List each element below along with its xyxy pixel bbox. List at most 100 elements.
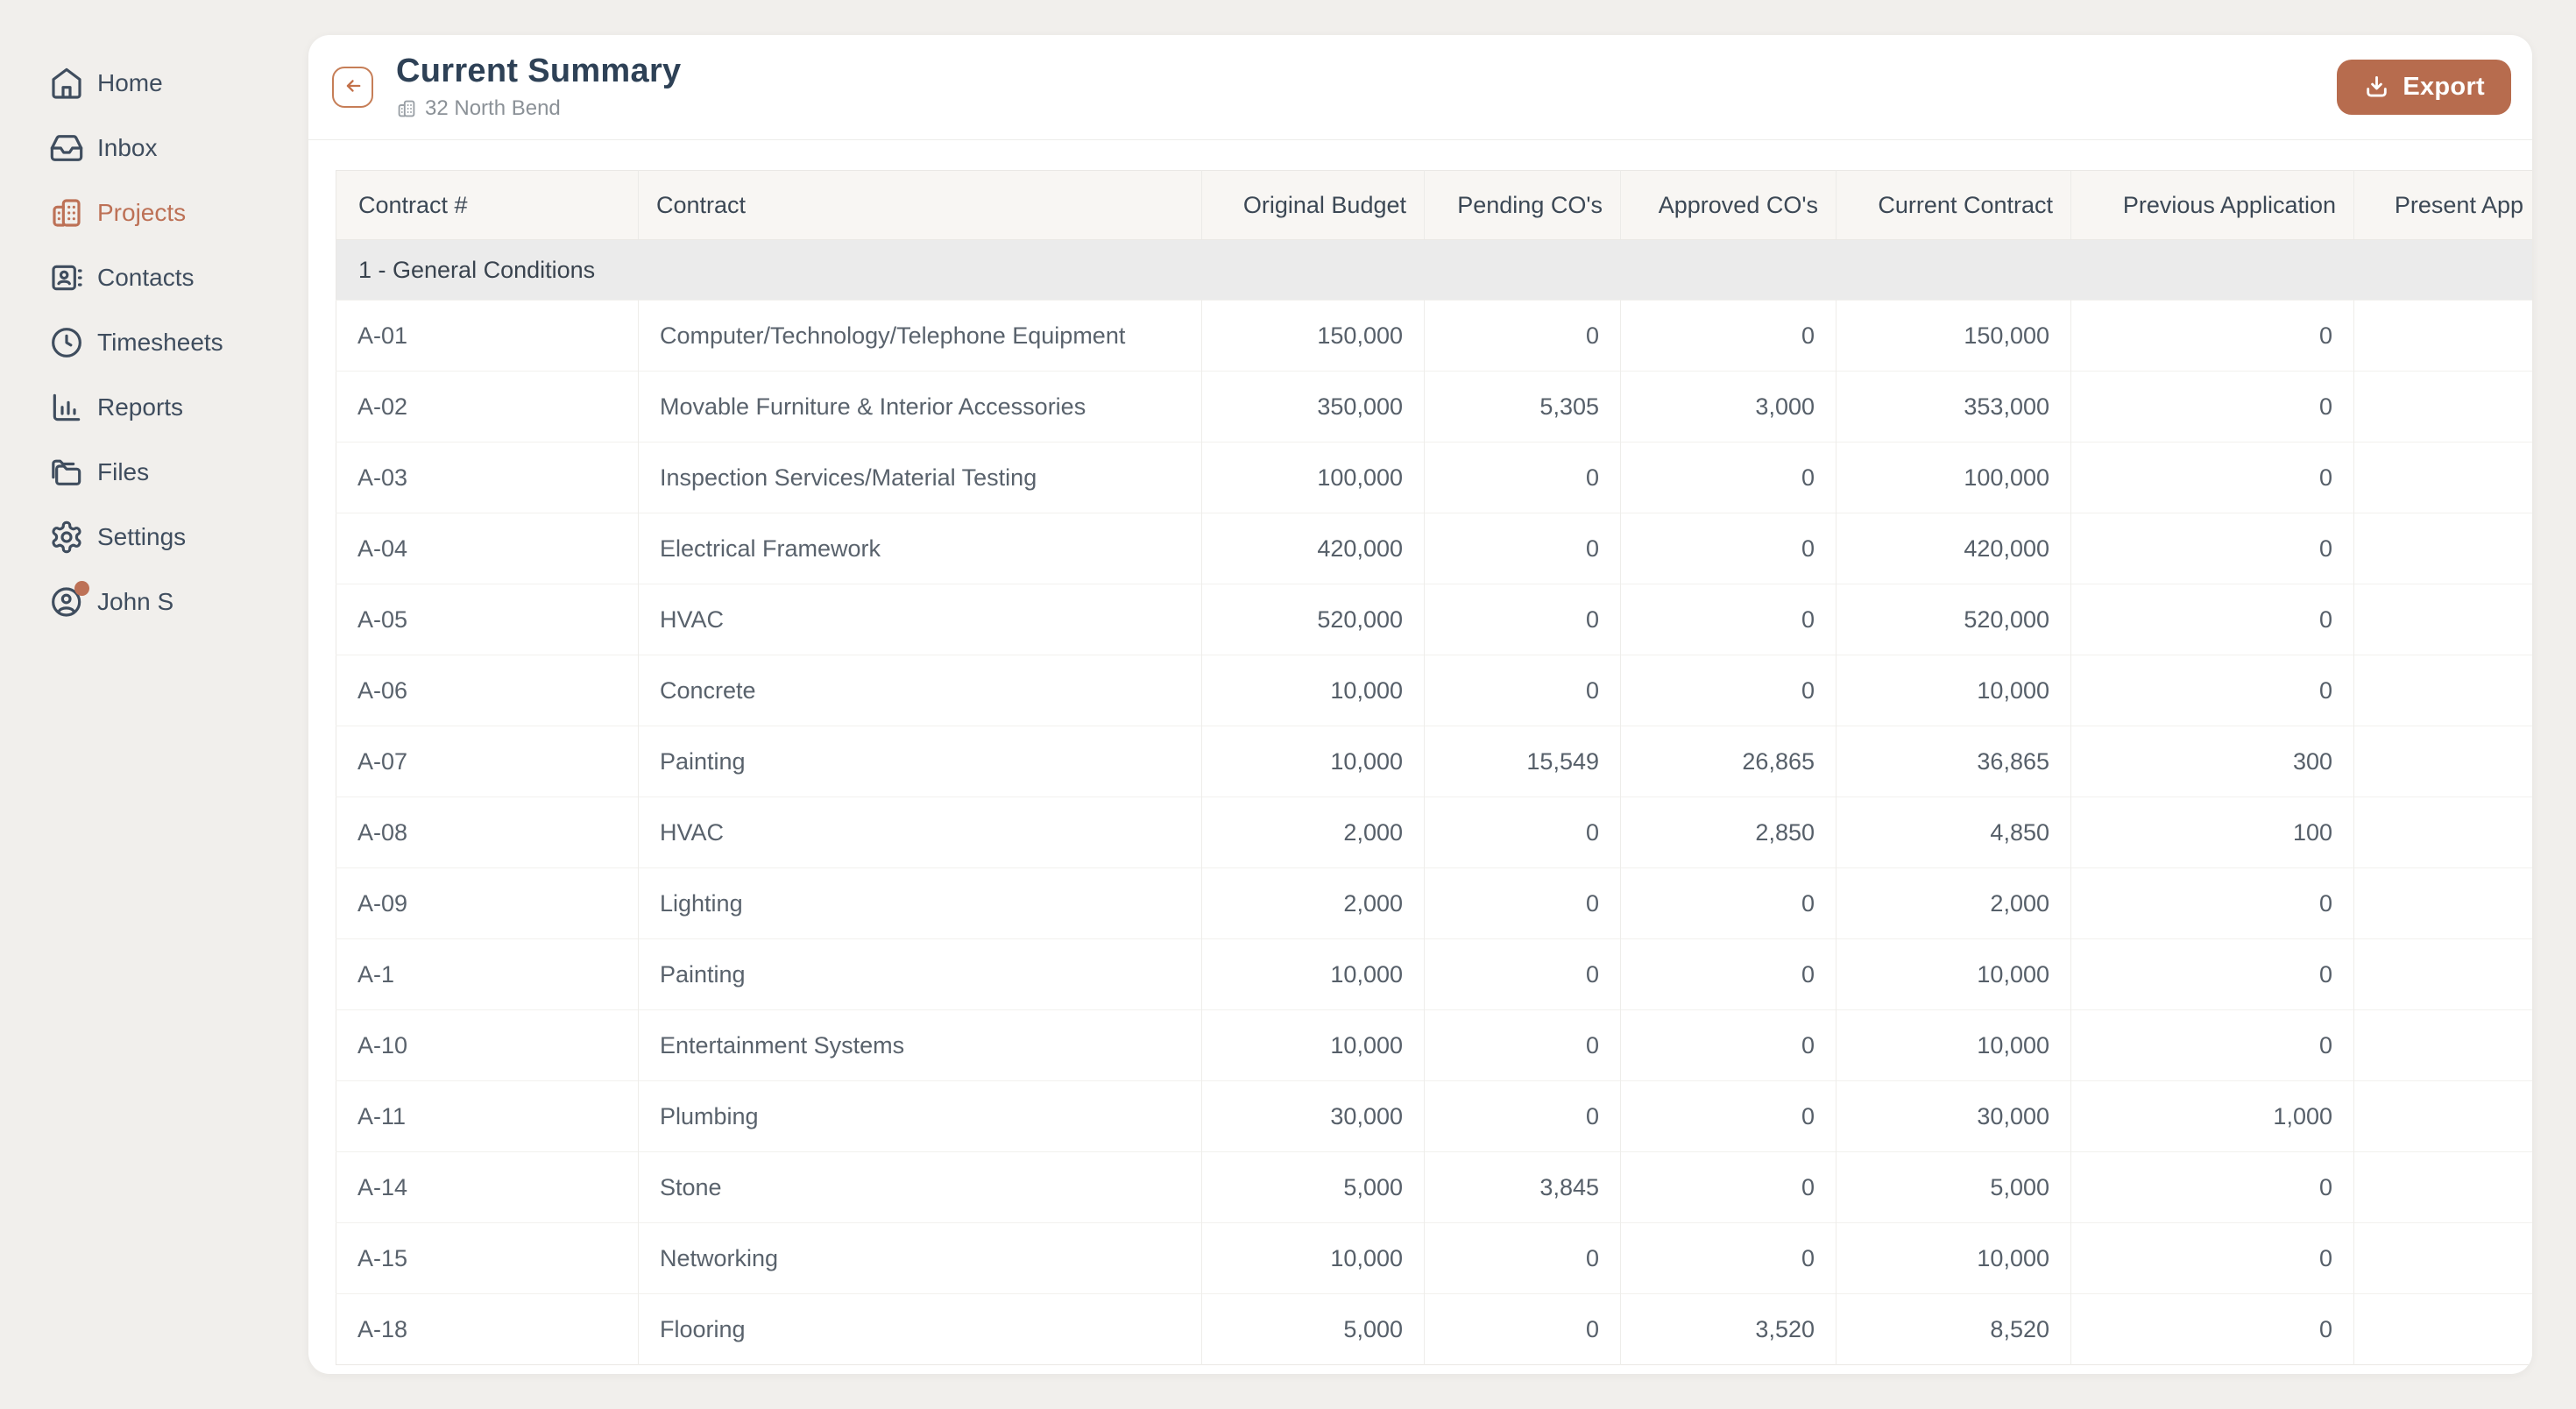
cell-contract: Concrete	[639, 655, 1202, 726]
sidebar-item-timesheets[interactable]: Timesheets	[0, 310, 308, 375]
sidebar-item-home[interactable]: Home	[0, 51, 308, 116]
table-row[interactable]: A-01Computer/Technology/Telephone Equipm…	[336, 301, 2533, 372]
cell-contract_no: A-10	[336, 1010, 639, 1081]
sidebar-item-label: Inbox	[97, 134, 158, 162]
cell-approved_cos: 0	[1621, 301, 1836, 372]
table-row[interactable]: A-10Entertainment Systems10,0000010,0000	[336, 1010, 2533, 1081]
sidebar-item-contacts[interactable]: Contacts	[0, 245, 308, 310]
table-row[interactable]: A-03Inspection Services/Material Testing…	[336, 443, 2533, 513]
export-button[interactable]: Export	[2337, 60, 2511, 115]
cell-approved_cos: 0	[1621, 1223, 1836, 1294]
column-header-original-budget: Original Budget	[1202, 171, 1425, 240]
cell-pending_cos: 0	[1425, 443, 1621, 513]
sidebar-item-john-s[interactable]: John S	[0, 570, 308, 634]
sidebar-item-settings[interactable]: Settings	[0, 505, 308, 570]
cell-contract: Lighting	[639, 868, 1202, 939]
table-row[interactable]: A-1Painting10,0000010,0000	[336, 939, 2533, 1010]
cell-contract: Entertainment Systems	[639, 1010, 1202, 1081]
cell-original_budget: 5,000	[1202, 1294, 1425, 1365]
cell-previous_application: 0	[2071, 1223, 2354, 1294]
table-row[interactable]: A-02Movable Furniture & Interior Accesso…	[336, 372, 2533, 443]
cell-current_contract: 353,000	[1836, 372, 2071, 443]
cell-contract_no: A-02	[336, 372, 639, 443]
cell-present_app	[2354, 1081, 2533, 1152]
cell-original_budget: 150,000	[1202, 301, 1425, 372]
cell-current_contract: 36,865	[1836, 726, 2071, 797]
cell-approved_cos: 0	[1621, 513, 1836, 584]
cell-contract: Flooring	[639, 1294, 1202, 1365]
user-icon	[49, 584, 84, 620]
table-row[interactable]: A-04Electrical Framework420,00000420,000…	[336, 513, 2533, 584]
cell-contract_no: A-04	[336, 513, 639, 584]
cell-present_app	[2354, 1152, 2533, 1223]
cell-contract_no: A-11	[336, 1081, 639, 1152]
back-arrow-icon	[341, 74, 365, 101]
cell-previous_application: 0	[2071, 513, 2354, 584]
table-row[interactable]: A-11Plumbing30,0000030,0001,000	[336, 1081, 2533, 1152]
sidebar-item-label: Reports	[97, 393, 183, 421]
sidebar-item-inbox[interactable]: Inbox	[0, 116, 308, 181]
table-row[interactable]: A-05HVAC520,00000520,0000	[336, 584, 2533, 655]
inbox-icon	[49, 131, 84, 166]
table-row[interactable]: A-14Stone5,0003,84505,0000	[336, 1152, 2533, 1223]
sidebar-item-projects[interactable]: Projects	[0, 181, 308, 245]
cell-previous_application: 300	[2071, 726, 2354, 797]
page: Home Inbox ProjectsContacts Timesheets Repor…	[0, 0, 2576, 1409]
card-header: Current Summary 32 North Bend Export	[308, 35, 2532, 140]
cell-original_budget: 10,000	[1202, 655, 1425, 726]
cell-pending_cos: 0	[1425, 939, 1621, 1010]
cell-current_contract: 520,000	[1836, 584, 2071, 655]
cell-contract: Inspection Services/Material Testing	[639, 443, 1202, 513]
table-row[interactable]: A-07Painting10,00015,54926,86536,865300	[336, 726, 2533, 797]
column-header-current-contract: Current Contract	[1836, 171, 2071, 240]
cell-original_budget: 10,000	[1202, 939, 1425, 1010]
cell-approved_cos: 0	[1621, 1152, 1836, 1223]
table-row[interactable]: A-15Networking10,0000010,0000	[336, 1223, 2533, 1294]
cell-approved_cos: 3,000	[1621, 372, 1836, 443]
cell-present_app	[2354, 939, 2533, 1010]
contracts-table: Contract #ContractOriginal BudgetPending…	[336, 170, 2532, 1365]
table-row[interactable]: A-09Lighting2,000002,0000	[336, 868, 2533, 939]
cell-contract_no: A-07	[336, 726, 639, 797]
home-icon	[49, 66, 84, 101]
cell-previous_application: 0	[2071, 939, 2354, 1010]
cell-pending_cos: 0	[1425, 513, 1621, 584]
cell-approved_cos: 0	[1621, 1081, 1836, 1152]
cell-approved_cos: 0	[1621, 655, 1836, 726]
cell-contract_no: A-01	[336, 301, 639, 372]
table-row[interactable]: A-18Flooring5,00003,5208,5200	[336, 1294, 2533, 1365]
section-row: 1 - General Conditions	[336, 240, 2533, 301]
cell-previous_application: 0	[2071, 1010, 2354, 1081]
cell-contract: Painting	[639, 726, 1202, 797]
sidebar-item-files[interactable]: Files	[0, 440, 308, 505]
column-header-present-app: Present App	[2354, 171, 2533, 240]
sidebar-item-label: Timesheets	[97, 329, 223, 357]
cell-original_budget: 10,000	[1202, 1010, 1425, 1081]
cell-present_app	[2354, 797, 2533, 868]
table-row[interactable]: A-06Concrete10,0000010,0000	[336, 655, 2533, 726]
cell-present_app	[2354, 726, 2533, 797]
cell-original_budget: 10,000	[1202, 726, 1425, 797]
back-button[interactable]	[332, 67, 373, 108]
sidebar-item-label: Home	[97, 69, 163, 97]
cell-current_contract: 10,000	[1836, 655, 2071, 726]
cell-pending_cos: 3,845	[1425, 1152, 1621, 1223]
column-header-contract: Contract #	[336, 171, 639, 240]
sidebar-item-reports[interactable]: Reports	[0, 375, 308, 440]
cell-approved_cos: 0	[1621, 939, 1836, 1010]
cell-current_contract: 8,520	[1836, 1294, 2071, 1365]
notification-dot	[74, 581, 89, 596]
cell-present_app	[2354, 1010, 2533, 1081]
sidebar-nav: Home Inbox ProjectsContacts Timesheets Repor…	[0, 51, 308, 634]
cell-previous_application: 0	[2071, 1152, 2354, 1223]
section-label: 1 - General Conditions	[336, 240, 2533, 301]
column-header-pending-co-s: Pending CO's	[1425, 171, 1621, 240]
table-row[interactable]: A-08HVAC2,00002,8504,850100	[336, 797, 2533, 868]
cell-approved_cos: 0	[1621, 868, 1836, 939]
cell-contract_no: A-18	[336, 1294, 639, 1365]
cell-contract: HVAC	[639, 797, 1202, 868]
building-icon	[396, 98, 417, 119]
cell-pending_cos: 5,305	[1425, 372, 1621, 443]
column-header-contract: Contract	[639, 171, 1202, 240]
cell-original_budget: 2,000	[1202, 797, 1425, 868]
